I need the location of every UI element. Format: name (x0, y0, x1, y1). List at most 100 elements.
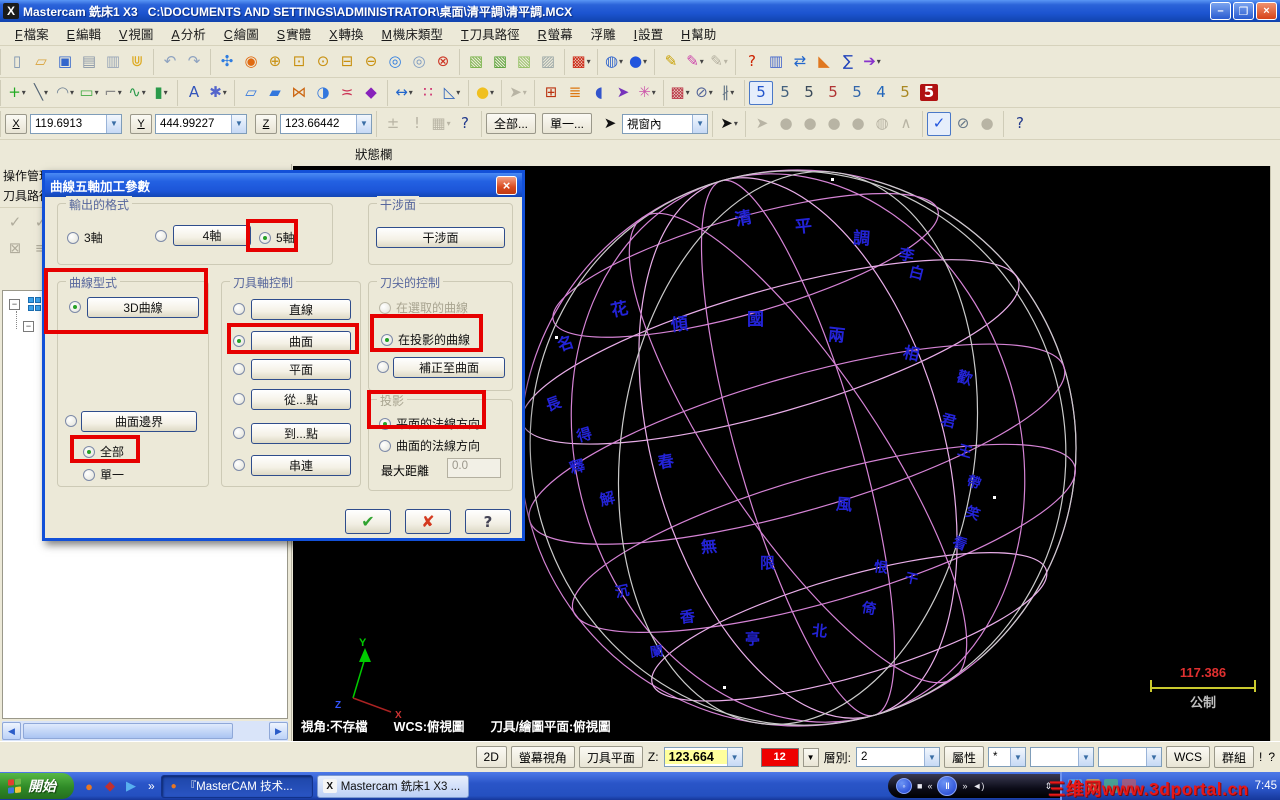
radio-projected-curve[interactable]: 在投影的曲線 (381, 331, 470, 348)
save-file-icon[interactable]: ▣ (53, 50, 77, 74)
curve5ax-multisurf-icon[interactable]: 5 (845, 81, 869, 105)
print-icon[interactable]: ▤ (77, 50, 101, 74)
point-style-dropdown-icon[interactable]: ▼ (1009, 748, 1025, 766)
gview-top-icon[interactable]: ▩ ▾ (569, 50, 593, 74)
fit-all-icon[interactable]: ◎ (383, 50, 407, 74)
warn-indicator[interactable]: ! (1258, 750, 1263, 764)
dialog-close-button[interactable]: × (496, 175, 517, 195)
x-dropdown-icon[interactable]: ▼ (106, 114, 121, 133)
screen-combine-views-icon[interactable]: ≣ (563, 81, 587, 105)
level-combo[interactable]: 2 ▼ (855, 747, 940, 767)
radio-tool-to-point[interactable] (233, 427, 245, 439)
screen-clear-colors-icon[interactable]: ◖ (587, 81, 611, 105)
selection-help-icon[interactable]: ? (1008, 112, 1032, 136)
menu-item-art[interactable]: 浮雕 (582, 21, 625, 46)
panel-horizontal-scrollbar[interactable]: ◀ ▶ (2, 721, 288, 741)
radio-surface-normal-circle[interactable] (379, 439, 391, 452)
analyze-stats-icon[interactable]: ∑ (836, 50, 860, 74)
selection-mode-select[interactable]: 視窗內 ▼ (622, 113, 709, 134)
4axis-button[interactable]: 4軸 (173, 225, 251, 246)
curve4ax-icon[interactable]: 4 (869, 81, 893, 105)
x-coordinate-input[interactable]: 119.6913 ▼ (30, 113, 122, 134)
screen-grid-icon[interactable]: ⊞ (539, 81, 563, 105)
create-dimension-icon[interactable]: ✱ ▾ (206, 81, 230, 105)
radio-tool-chain[interactable] (233, 459, 245, 471)
z-coordinate-input[interactable]: 123.66442 ▼ (280, 113, 372, 134)
radio-5axis-circle[interactable] (259, 231, 271, 244)
gview-side-icon[interactable]: ▧ (512, 50, 536, 74)
help-button[interactable]: ? (465, 509, 511, 534)
radio-all-circle[interactable] (83, 445, 95, 458)
attributes-button[interactable]: 屬性 (943, 746, 984, 768)
close-button[interactable]: × (1256, 2, 1277, 20)
select-single-button[interactable]: 單一... (542, 113, 593, 134)
zoom-out-icon[interactable]: ⊖ (359, 50, 383, 74)
tool-chain-button[interactable]: 串連 (251, 455, 351, 476)
gview-isometric-icon[interactable]: ▧ (464, 50, 488, 74)
wmp-pause-button[interactable]: ‖ (937, 776, 958, 796)
wmp-previous-button[interactable]: « (927, 781, 932, 791)
xform-mirror-icon[interactable]: ⋈ (287, 81, 311, 105)
radio-4axis[interactable] (155, 230, 167, 242)
xform-translate-3d-icon[interactable]: ▰ (263, 81, 287, 105)
quick-app-icon[interactable]: ◆ (101, 777, 119, 795)
radio-surface-normal[interactable]: 曲面的法線方向 (379, 437, 480, 454)
ruler-icon[interactable]: ◺ ▾ (440, 81, 464, 105)
gview-wireframe-icon[interactable]: ▨ (536, 50, 560, 74)
xform-dynamic-icon[interactable]: ◆ (359, 81, 383, 105)
toolpath-utility-icon[interactable]: ∦ ▾ (716, 81, 740, 105)
wmp-stop-button[interactable]: ■ (917, 781, 922, 791)
radio-5axis[interactable]: 5軸 (259, 229, 295, 246)
unzoom-previous-icon[interactable]: ⊗ (431, 50, 455, 74)
curve5ax-swarf-icon[interactable]: 5 (773, 81, 797, 105)
wmp-next-button[interactable]: » (962, 781, 967, 791)
radio-tool-from-point[interactable] (233, 393, 245, 405)
taskbar-task-browser[interactable]: ● 『MasterCAM 技术... (160, 774, 313, 798)
color-swatch[interactable]: 12 (760, 747, 799, 767)
x-axis-button[interactable]: X (5, 113, 27, 134)
minimize-button[interactable]: – (1210, 2, 1231, 20)
taskbar-task-mastercam[interactable]: X Mastercam 銑床1 X3 ... (316, 774, 469, 798)
zoom-window-icon[interactable]: ⊡ (287, 50, 311, 74)
ok-button[interactable]: ✔ (345, 509, 391, 534)
radio-tool-line[interactable] (233, 303, 245, 315)
radio-surface-edge[interactable] (65, 415, 77, 427)
curve5ax-curve-icon[interactable]: 5 (749, 80, 773, 105)
undo-icon[interactable]: ↶ (158, 50, 182, 74)
y-axis-button[interactable]: Y (130, 113, 152, 134)
line-style-combo[interactable]: ▼ (1029, 747, 1094, 767)
menu-item-machine-type[interactable]: M機床類型 (373, 21, 452, 46)
shade-settings-icon[interactable]: ▩ ▾ (668, 81, 692, 105)
create-arc-icon[interactable]: ◠ ▾ (53, 81, 77, 105)
pan-icon[interactable]: ✣ (215, 50, 239, 74)
quick-launch-overflow-icon[interactable]: » (146, 779, 157, 793)
menu-item-screen[interactable]: R螢幕 (529, 21, 582, 46)
tool-line-button[interactable]: 直線 (251, 299, 351, 320)
select-all-button[interactable]: 全部... (486, 113, 537, 134)
xform-offset-icon[interactable]: ≍ (335, 81, 359, 105)
create-note-icon[interactable]: A (182, 81, 206, 105)
grid-settings-icon[interactable]: ∷ (416, 81, 440, 105)
dialog-titlebar[interactable]: 曲線五軸加工參數 × (45, 173, 522, 197)
menu-item-toolpaths[interactable]: T刀具路徑 (452, 21, 529, 46)
zoom-out-half-icon[interactable]: ⊟ (335, 50, 359, 74)
analyze-entity-icon[interactable]: ? (740, 50, 764, 74)
z-depth-dropdown-icon[interactable]: ▼ (726, 748, 742, 766)
line-width-combo[interactable]: ▼ (1097, 747, 1162, 767)
create-polyline-icon[interactable]: ∿ ▾ (125, 81, 149, 105)
z-axis-button[interactable]: Z (255, 113, 277, 134)
start-button[interactable]: 開始 (0, 773, 74, 799)
menu-item-view[interactable]: V視圖 (110, 21, 162, 46)
xform-rotate-icon[interactable]: ◑ (311, 81, 335, 105)
fit-selected-icon[interactable]: ◎ (407, 50, 431, 74)
menu-item-help[interactable]: H幫助 (672, 21, 725, 46)
wmp-volume-button[interactable]: ◄) (972, 781, 984, 791)
curve5ax-port-icon[interactable]: 5 (893, 81, 917, 105)
y-coordinate-input[interactable]: 444.99227 ▼ (155, 113, 247, 134)
menu-item-solids[interactable]: S實體 (268, 21, 320, 46)
quick-firefox-icon[interactable]: ● (80, 777, 98, 795)
analyze-dynamic-icon[interactable]: ▥ (764, 50, 788, 74)
comp-surface-button[interactable]: 補正至曲面 (393, 357, 505, 378)
collapse-icon[interactable]: − (9, 298, 20, 310)
y-dropdown-icon[interactable]: ▼ (231, 114, 246, 133)
